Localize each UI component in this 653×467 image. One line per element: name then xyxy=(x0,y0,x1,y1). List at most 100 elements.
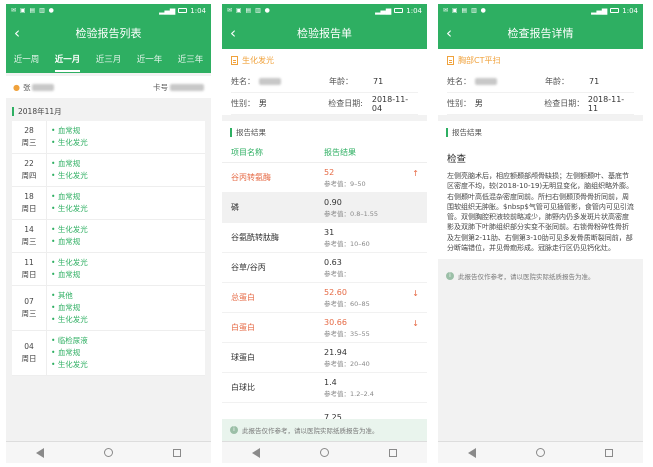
patient-info: 姓名： 年龄： 71 性别： 男 检查日期： 2018-11-11 xyxy=(438,71,643,115)
age-value: 71 xyxy=(373,77,384,86)
table-row: 谷丙转氨酶 52 参考值：9–50 ↑ xyxy=(222,163,427,193)
result-value: 31 xyxy=(324,227,335,237)
screen-exam-detail: ✉ ▣ ▤ ▥ ● ▂▄▆ 1:04 ‹ 检查报告详情 胸部CT平扫 姓名： 年龄… xyxy=(438,4,643,463)
age-label: 年龄： xyxy=(545,77,569,86)
low-arrow-icon: ↓ xyxy=(412,289,419,298)
battery-icon xyxy=(178,8,188,13)
battery-icon xyxy=(610,8,620,13)
section-marker xyxy=(230,127,232,137)
low-arrow-icon: ↓ xyxy=(412,319,419,328)
status-bar: ✉ ▣ ▤ ▥ ● ▂▄▆ 1:04 xyxy=(222,4,427,17)
back-arrow-icon[interactable]: ‹ xyxy=(14,24,30,42)
result-value: 52.60 xyxy=(324,287,347,297)
day-row: 28 周三 血常规生化发光 xyxy=(12,121,205,154)
reference-range: 参考值：9–50 xyxy=(324,179,366,188)
result-name: 白蛋白 xyxy=(231,323,255,332)
report-item[interactable]: 血常规 xyxy=(51,236,205,248)
nav-home-icon[interactable] xyxy=(320,448,329,457)
day-row: 18 周日 血常规生化发光 xyxy=(12,187,205,220)
report-item[interactable]: 血常规 xyxy=(51,158,205,170)
day-date: 18 xyxy=(24,192,34,201)
nav-back-icon[interactable] xyxy=(36,447,44,458)
page-title: 检查报告详情 xyxy=(507,27,574,40)
report-item[interactable]: 血常规 xyxy=(51,302,205,314)
back-arrow-icon[interactable]: ‹ xyxy=(230,24,246,42)
system-nav-bar xyxy=(6,441,211,463)
report-item[interactable]: 生化发光 xyxy=(51,359,205,371)
redacted-name xyxy=(259,78,281,85)
report-item[interactable]: 血常规 xyxy=(51,125,205,137)
day-weekday: 周四 xyxy=(21,171,37,180)
day-weekday: 周日 xyxy=(21,354,37,363)
report-item[interactable]: 血常规 xyxy=(51,191,205,203)
report-item[interactable]: 血常规 xyxy=(51,269,205,281)
report-item[interactable]: 生化发光 xyxy=(51,224,205,236)
report-item[interactable]: 生化发光 xyxy=(51,203,205,215)
nav-home-icon[interactable] xyxy=(104,448,113,457)
document-icon xyxy=(231,55,238,65)
result-value: 52 xyxy=(324,167,335,177)
screen-lab-report: ✉ ▣ ▤ ▥ ● ▂▄▆ 1:04 ‹ 检验报告单 生化发光 姓名： 年龄： 7… xyxy=(222,4,427,463)
report-type-label: 胸部CT平扫 xyxy=(458,55,501,65)
report-item[interactable]: 生化发光 xyxy=(51,257,205,269)
back-arrow-icon[interactable]: ‹ xyxy=(446,24,462,42)
tab-three-months[interactable]: 近三月 xyxy=(88,49,129,73)
report-item[interactable]: 临检尿液 xyxy=(51,335,205,347)
day-weekday: 周三 xyxy=(21,237,37,246)
day-weekday: 周三 xyxy=(21,138,37,147)
tab-month[interactable]: 近一月 xyxy=(47,49,88,73)
nav-home-icon[interactable] xyxy=(536,448,545,457)
reference-range: 参考值：35–55 xyxy=(324,329,370,338)
report-item[interactable]: 生化发光 xyxy=(51,137,205,149)
disclaimer-banner: i 此报告仅作参考，请以医院实际纸质报告为准。 xyxy=(438,265,643,288)
day-date: 04 xyxy=(24,342,34,351)
tab-year[interactable]: 近一年 xyxy=(129,49,170,73)
nav-recents-icon[interactable] xyxy=(605,448,613,457)
result-name: 谷氨酰转肽酶 xyxy=(231,233,279,242)
nav-back-icon[interactable] xyxy=(468,447,476,458)
report-type: 胸部CT平扫 xyxy=(438,49,643,71)
reference-range: 参考值：0.8–1.55 xyxy=(324,209,379,218)
high-arrow-icon: ↑ xyxy=(412,169,419,178)
day-date: 28 xyxy=(24,126,34,135)
report-item[interactable]: 其他 xyxy=(51,290,205,302)
result-name: 磷 xyxy=(231,203,239,212)
clock: 1:04 xyxy=(406,6,422,15)
month-header: 2018年11月 xyxy=(6,101,211,121)
system-nav-bar xyxy=(438,441,643,463)
sex-label: 性别： xyxy=(231,99,255,108)
table-row: 磷 0.90 参考值：0.8–1.55 xyxy=(222,193,427,223)
result-name: 白球比 xyxy=(231,383,255,392)
sex-value: 男 xyxy=(258,99,267,108)
nav-recents-icon[interactable] xyxy=(173,448,181,457)
day-date: 22 xyxy=(24,159,34,168)
nav-back-icon[interactable] xyxy=(252,447,260,458)
table-row: 白蛋白 30.66 参考值：35–55 ↓ xyxy=(222,313,427,343)
disclaimer-text: 此报告仅作参考，请以医院实际纸质报告为准。 xyxy=(242,427,379,435)
result-name: 谷草/谷丙 xyxy=(231,263,266,272)
nav-recents-icon[interactable] xyxy=(389,448,397,457)
report-item[interactable]: 血常规 xyxy=(51,347,205,359)
day-row: 04 周日 临检尿液血常规生化发光 xyxy=(12,331,205,376)
signal-icon: ▂▄▆ xyxy=(375,6,392,15)
section-marker xyxy=(446,127,448,137)
battery-icon xyxy=(394,8,404,13)
day-weekday: 周日 xyxy=(21,204,37,213)
report-item[interactable]: 生化发光 xyxy=(51,314,205,326)
tab-three-years[interactable]: 近三年 xyxy=(170,49,211,73)
date-label: 检查日期: xyxy=(328,99,363,108)
detail-heading: 检查 xyxy=(447,154,467,165)
notification-icons: ✉ ▣ ▤ ▥ ● xyxy=(227,7,271,14)
notification-icons: ✉ ▣ ▤ ▥ ● xyxy=(443,7,487,14)
report-item[interactable]: 生化发光 xyxy=(51,170,205,182)
column-item: 项目名称 xyxy=(231,148,263,157)
tab-week[interactable]: 近一周 xyxy=(6,49,47,73)
report-detail: 检查 左侧亮脑术后，相应额颞部颅骨缺损；左侧额颞叶、基底节区密度不均，较(201… xyxy=(438,143,643,260)
clock: 1:04 xyxy=(190,6,206,15)
redacted-name xyxy=(475,78,497,85)
result-name: 谷丙转氨酶 xyxy=(231,173,271,182)
name-label: 姓名： xyxy=(447,77,471,86)
document-icon xyxy=(447,55,454,65)
result-value: 0.90 xyxy=(324,197,342,207)
date-range-tabs: 近一周 近一月 近三月 近一年 近三年 xyxy=(6,49,211,73)
